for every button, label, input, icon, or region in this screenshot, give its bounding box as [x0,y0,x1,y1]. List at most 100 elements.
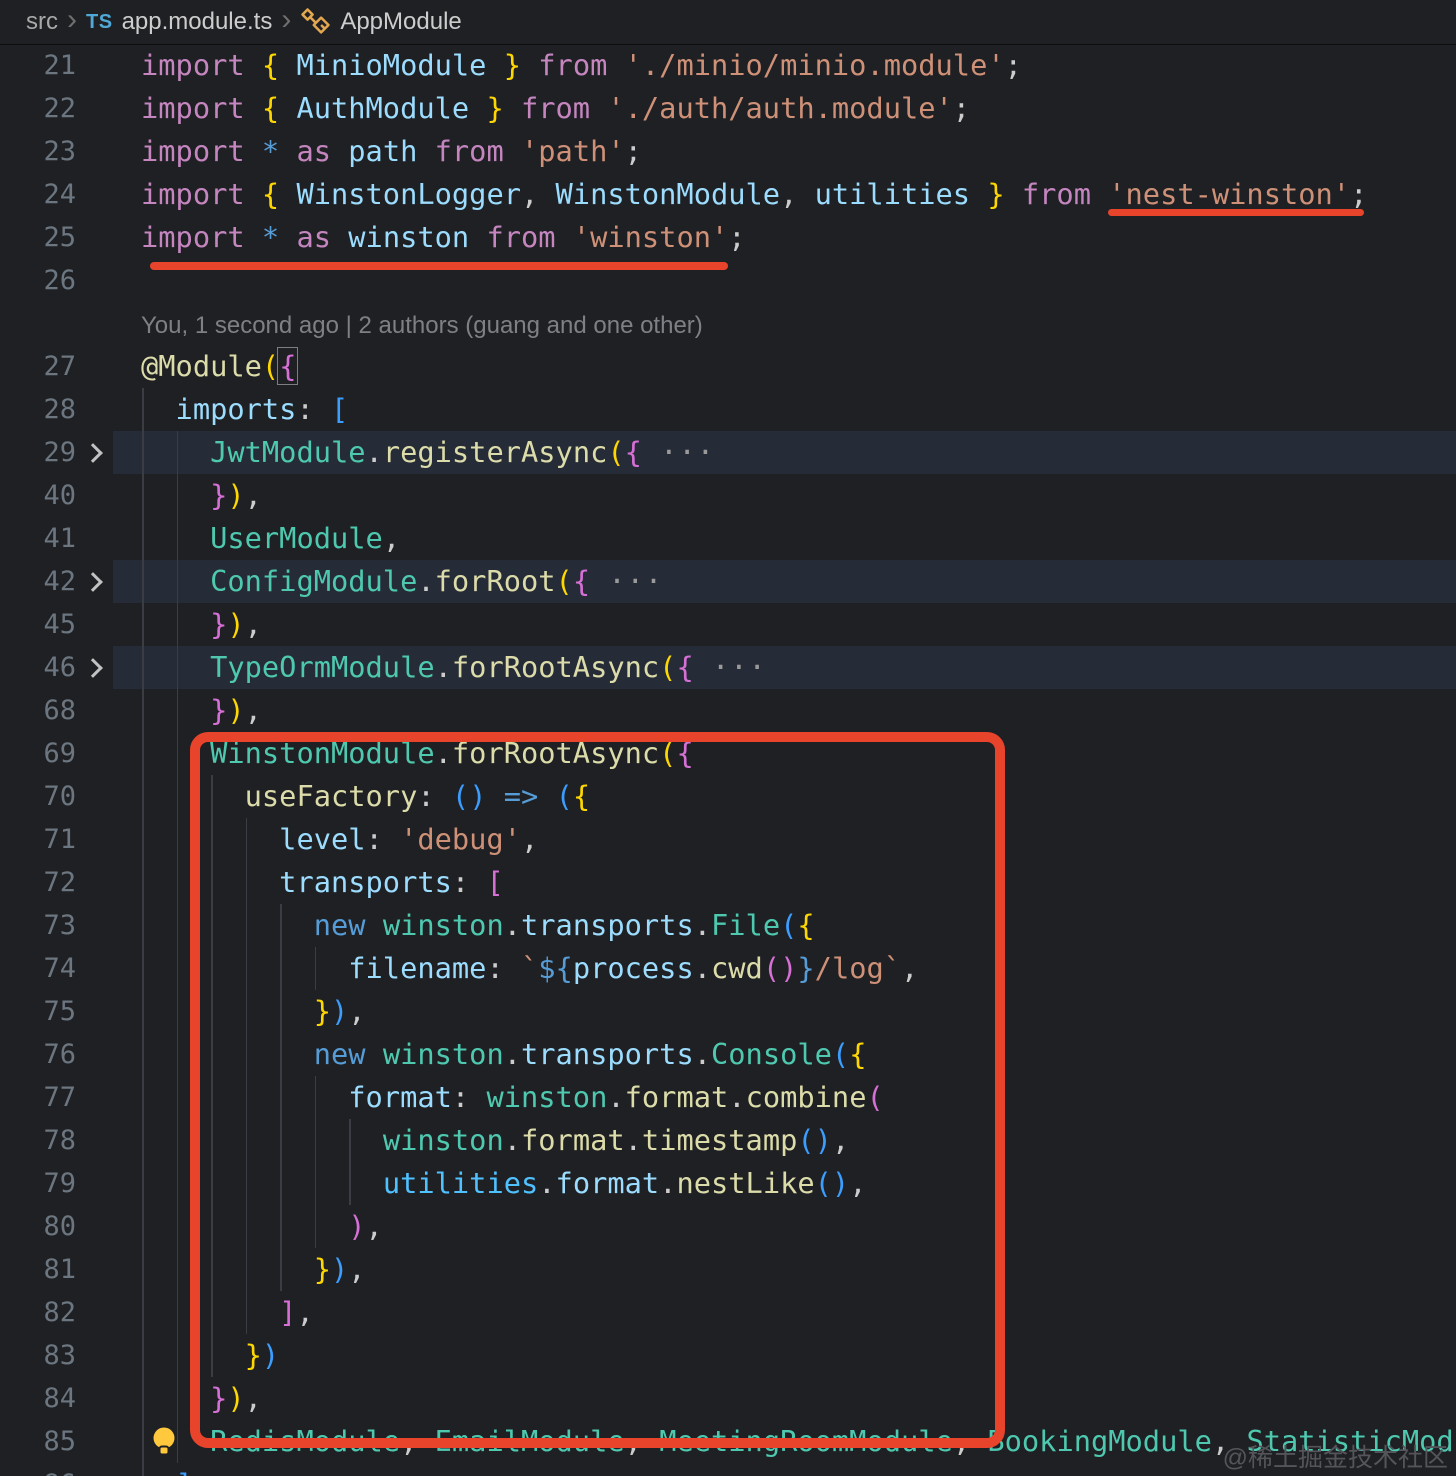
code-line[interactable]: }), [113,603,1456,646]
line-number[interactable]: 26 [0,259,76,302]
gutter: 81 [0,1248,113,1291]
editor-code-area[interactable]: 21 import { MinioModule } from './minio/m… [0,44,1456,1476]
code-line[interactable]: import { WinstonLogger, WinstonModule, u… [113,173,1456,216]
line-number[interactable]: 68 [0,689,76,732]
code-line[interactable]: ], [113,1291,1456,1334]
code-line[interactable]: import { AuthModule } from './auth/auth.… [113,87,1456,130]
code-token: , [952,1424,988,1458]
code-line[interactable]: JwtModule.registerAsync({ ··· [113,431,1456,474]
code-token: 'nest-winston' [1108,177,1351,211]
line-number[interactable]: 76 [0,1033,76,1076]
line-number[interactable]: 22 [0,87,76,130]
code-token: filename [348,951,487,985]
line-number[interactable]: 21 [0,44,76,87]
line-number[interactable]: 41 [0,517,76,560]
code-line[interactable]: import * as winston from 'winston'; [113,216,1456,259]
code-token: JwtModule [210,435,366,469]
code-token: . [434,650,452,684]
line-number[interactable]: 73 [0,904,76,947]
code-line[interactable]: useFactory: () => ({ [113,775,1456,818]
code-line[interactable]: TypeOrmModule.forRootAsync({ ··· [113,646,1456,689]
line-number[interactable]: 75 [0,990,76,1033]
gutter: 78 [0,1119,113,1162]
code-line[interactable]: winston.format.timestamp(), [113,1119,1456,1162]
line-number[interactable]: 27 [0,345,76,388]
code-line-row: 71 level: 'debug', [0,818,1456,861]
code-token: transports [279,865,452,899]
code-line[interactable]: }), [113,474,1456,517]
line-number[interactable]: 29 [0,431,76,474]
line-number[interactable]: 81 [0,1248,76,1291]
code-line[interactable]: import * as path from 'path'; [113,130,1456,173]
line-number[interactable]: 42 [0,560,76,603]
code-line[interactable]: }), [113,1377,1456,1420]
code-line-row: 42 ConfigModule.forRoot({ ··· [0,560,1456,603]
code-line[interactable]: }), [113,1248,1456,1291]
code-line[interactable] [113,259,1456,302]
indent-guide [211,990,213,1033]
line-number[interactable]: 71 [0,818,76,861]
line-number[interactable]: 78 [0,1119,76,1162]
line-number[interactable]: 24 [0,173,76,216]
line-number[interactable]: 82 [0,1291,76,1334]
breadcrumb-item-symbol[interactable]: AppModule [340,8,461,36]
line-number[interactable]: 28 [0,388,76,431]
line-number[interactable]: 79 [0,1162,76,1205]
line-number[interactable]: 40 [0,474,76,517]
code-line[interactable]: @Module({ [113,345,1456,388]
code-token: } [797,951,815,985]
line-number[interactable]: 84 [0,1377,76,1420]
code-line-row: 80 ), [0,1205,1456,1248]
code-line[interactable]: }), [113,990,1456,1033]
line-number[interactable]: 72 [0,861,76,904]
code-line[interactable]: utilities.format.nestLike(), [113,1162,1456,1205]
code-line[interactable]: imports: [ [113,388,1456,431]
code-line[interactable]: }), [113,689,1456,732]
lightbulb-icon[interactable] [149,1425,179,1463]
line-number[interactable]: 46 [0,646,76,689]
code-token: , [780,177,815,211]
line-number[interactable]: 25 [0,216,76,259]
code-line[interactable]: transports: [ [113,861,1456,904]
line-number[interactable]: 23 [0,130,76,173]
line-number[interactable]: 74 [0,947,76,990]
code-line[interactable]: }) [113,1334,1456,1377]
line-number[interactable]: 45 [0,603,76,646]
code-line[interactable]: import { MinioModule } from './minio/min… [113,44,1456,87]
code-line[interactable]: ), [113,1205,1456,1248]
code-token: ( [451,779,470,813]
code-line[interactable]: format: winston.format.combine( [113,1076,1456,1119]
code-line[interactable]: filename: `${process.cwd()}/log`, [113,947,1456,990]
fold-gutter-space [76,130,113,173]
line-number[interactable]: 70 [0,775,76,818]
fold-chevron-icon[interactable] [76,560,113,603]
code-line[interactable]: UserModule, [113,517,1456,560]
code-line[interactable]: new winston.transports.File({ [113,904,1456,947]
code-token: ( [866,1080,884,1114]
breadcrumb-item-filename[interactable]: app.module.ts [122,8,273,36]
line-number[interactable]: 85 [0,1420,76,1463]
fold-chevron-icon[interactable] [76,431,113,474]
indent-guide [176,1334,179,1377]
code-token: winston [348,220,487,254]
code-line-row: 22 import { AuthModule } from './auth/aut… [0,87,1456,130]
line-number[interactable]: 86 [0,1463,76,1476]
code-line[interactable]: WinstonModule.forRootAsync({ [113,732,1456,775]
breadcrumb-item-src[interactable]: src [26,8,58,36]
line-number[interactable]: 80 [0,1205,76,1248]
code-line[interactable]: ConfigModule.forRoot({ ··· [113,560,1456,603]
code-token: cwd [711,951,763,985]
line-number[interactable]: 83 [0,1334,76,1377]
code-token: { [849,1037,867,1071]
code-line[interactable]: new winston.transports.Console({ [113,1033,1456,1076]
fold-chevron-icon[interactable] [76,646,113,689]
line-number[interactable]: 77 [0,1076,76,1119]
fold-gutter-space [76,775,113,818]
breadcrumb-separator-icon: › [67,3,77,36]
line-number[interactable]: 69 [0,732,76,775]
code-line[interactable]: level: 'debug', [113,818,1456,861]
